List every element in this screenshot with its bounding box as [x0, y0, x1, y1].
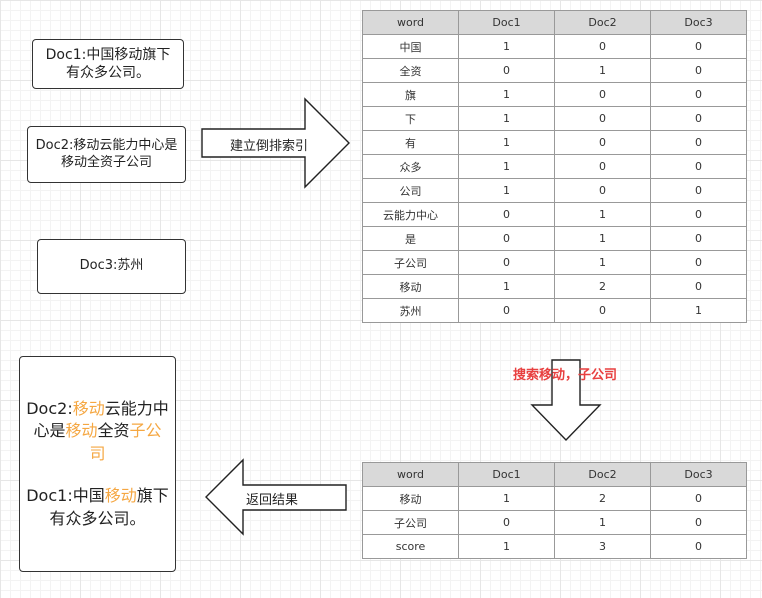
table-header-row: word Doc1 Doc2 Doc3: [362, 10, 747, 35]
table-cell: 公司: [362, 178, 459, 203]
table-cell: score: [362, 534, 459, 559]
table-cell: 1: [458, 534, 555, 559]
table-cell: 0: [650, 486, 747, 511]
table-cell: 苏州: [362, 298, 459, 323]
table-cell: 0: [650, 250, 747, 275]
table-header-cell: word: [362, 462, 459, 487]
table-cell: 0: [650, 34, 747, 59]
table-cell: 1: [458, 130, 555, 155]
table-cell: 0: [554, 298, 651, 323]
result-doc1: Doc1:中国移动旗下有众多公司。: [26, 485, 169, 530]
table-header-cell: word: [362, 10, 459, 35]
table-cell: 2: [554, 274, 651, 299]
table-cell: 移动: [362, 486, 459, 511]
result-text: Doc2:: [26, 399, 73, 419]
table-cell: 0: [650, 202, 747, 227]
table-header-cell: Doc1: [458, 462, 555, 487]
highlight-term: 移动: [104, 486, 137, 506]
table-row: 是010: [362, 226, 747, 251]
table-cell: 0: [458, 298, 555, 323]
table-cell: 0: [650, 226, 747, 251]
table-cell: 0: [458, 510, 555, 535]
search-score-table: word Doc1 Doc2 Doc3 移动 1 2 0 子公司 0 1 0 score 1 3 0: [362, 462, 747, 559]
table-header-cell: Doc2: [554, 462, 651, 487]
table-cell: 0: [650, 534, 747, 559]
table-cell: 中国: [362, 34, 459, 59]
table-cell: 0: [554, 106, 651, 131]
table-row: 云能力中心 0 1 0: [362, 202, 747, 227]
table-cell: 移动: [362, 274, 459, 299]
table-cell: 子公司: [362, 250, 459, 275]
table-row: 子公司 0 1 0: [362, 250, 747, 275]
table-cell: 0: [554, 178, 651, 203]
table-cell: 是: [362, 226, 459, 251]
table-header-cell: Doc1: [458, 10, 555, 35]
table-row: 子公司 0 1 0: [362, 510, 747, 535]
table-row: 苏州 0 0 1: [362, 298, 747, 323]
table-cell: 0: [650, 82, 747, 107]
table-cell: 0: [554, 82, 651, 107]
table-header-cell: Doc2: [554, 10, 651, 35]
table-row: 下100: [362, 106, 747, 131]
table-cell: 1: [650, 298, 747, 323]
table-cell: 0: [650, 178, 747, 203]
table-header-cell: Doc3: [650, 462, 747, 487]
table-cell: 全资: [362, 58, 459, 83]
table-row: 移动 1 2 0: [362, 486, 747, 511]
table-cell: 1: [458, 178, 555, 203]
table-cell: 1: [554, 202, 651, 227]
table-cell: 1: [458, 106, 555, 131]
search-label: 搜索移动，子公司: [512, 368, 617, 383]
build-index-label: 建立倒排索引: [230, 139, 309, 154]
table-cell: 下: [362, 106, 459, 131]
table-row: 旗100: [362, 82, 747, 107]
table-cell: 1: [458, 274, 555, 299]
table-header-cell: Doc3: [650, 10, 747, 35]
table-cell: 有: [362, 130, 459, 155]
table-row: 有100: [362, 130, 747, 155]
table-cell: 0: [458, 202, 555, 227]
result-text: Doc1:中国: [26, 486, 105, 506]
table-cell: 旗: [362, 82, 459, 107]
table-cell: 1: [554, 226, 651, 251]
table-cell: 0: [458, 58, 555, 83]
table-row: 移动 1 2 0: [362, 274, 747, 299]
table-cell: 1: [458, 34, 555, 59]
table-cell: 0: [458, 250, 555, 275]
table-cell: 1: [554, 58, 651, 83]
table-cell: 1: [554, 510, 651, 535]
result-box: Doc2:移动云能力中心是移动全资子公司 Doc1:中国移动旗下有众多公司。: [19, 356, 176, 572]
table-cell: 1: [458, 486, 555, 511]
table-cell: 0: [650, 274, 747, 299]
table-cell: 子公司: [362, 510, 459, 535]
table-cell: 0: [650, 58, 747, 83]
table-cell: 2: [554, 486, 651, 511]
table-row: 中国 1 0 0: [362, 34, 747, 59]
inverted-index-table: word Doc1 Doc2 Doc3 中国 1 0 0 全资 0 1 0 旗 1 0 0 下 1 0 0 有 1 0 0 众…: [362, 10, 747, 323]
table-cell: 0: [650, 106, 747, 131]
table-row: 众多 1 0 0: [362, 154, 747, 179]
return-result-label: 返回结果: [246, 493, 299, 508]
table-cell: 0: [650, 130, 747, 155]
table-cell: 0: [554, 154, 651, 179]
table-cell: 云能力中心: [362, 202, 459, 227]
table-cell: 1: [554, 250, 651, 275]
table-cell: 0: [554, 34, 651, 59]
table-cell: 众多: [362, 154, 459, 179]
table-cell: 1: [458, 154, 555, 179]
table-cell: 0: [650, 510, 747, 535]
highlight-term: 移动: [72, 399, 105, 419]
table-cell: 1: [458, 82, 555, 107]
result-doc2: Doc2:移动云能力中心是移动全资子公司: [26, 398, 169, 465]
highlight-term: 移动: [65, 421, 98, 441]
table-row: 公司 1 0 0: [362, 178, 747, 203]
table-header-row: word Doc1 Doc2 Doc3: [362, 462, 747, 487]
table-cell: 3: [554, 534, 651, 559]
table-row: 全资 0 1 0: [362, 58, 747, 83]
table-cell: 0: [458, 226, 555, 251]
table-cell: 0: [554, 130, 651, 155]
table-cell: 0: [650, 154, 747, 179]
result-text: 全资: [97, 421, 130, 441]
table-row: score 1 3 0: [362, 534, 747, 559]
